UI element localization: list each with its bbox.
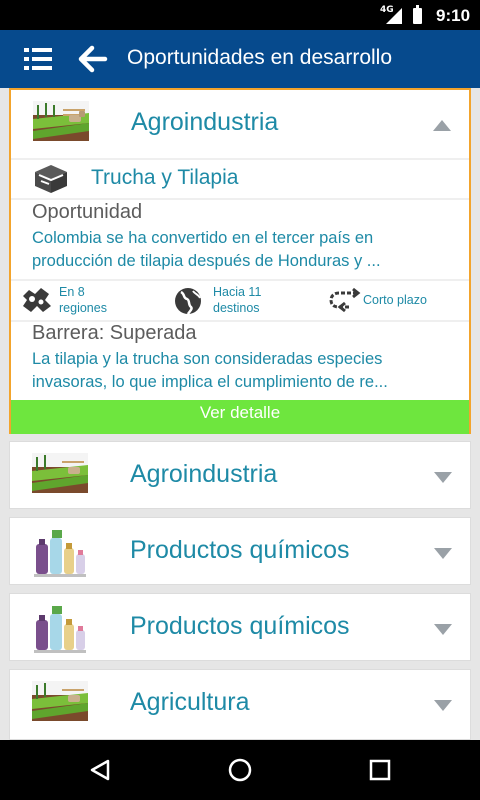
opportunity-text: Colombia se ha convertido en el tercer p… xyxy=(32,227,447,273)
opportunity-line: Colombia se ha convertido en el tercer p… xyxy=(32,229,374,247)
card-header[interactable]: Agricultura xyxy=(10,670,470,738)
divider xyxy=(11,198,469,200)
farm-icon xyxy=(32,453,88,493)
chevron-up-icon[interactable] xyxy=(433,120,451,131)
destinations-line2: destinos xyxy=(213,301,260,315)
box-icon xyxy=(35,165,67,193)
chemicals-icon xyxy=(34,606,86,653)
regions-line2: regiones xyxy=(59,301,107,315)
menu-icon[interactable] xyxy=(24,48,52,70)
nav-recents-icon[interactable] xyxy=(368,758,392,782)
chevron-down-icon[interactable] xyxy=(434,624,452,635)
stats-row: En 8 regiones Hacia 11 destinos Corto pl… xyxy=(11,280,469,320)
page-title: Oportunidades en desarrollo xyxy=(127,46,393,69)
regions-line1: En 8 xyxy=(59,285,85,299)
card-header[interactable]: Productos químicos xyxy=(10,518,470,586)
barrier-text: La tilapia y la trucha son consideradas … xyxy=(32,348,447,394)
card-category-label: Productos químicos xyxy=(130,536,350,564)
barrier-line: invasoras, lo que implica el cumplimient… xyxy=(32,373,388,391)
opportunity-list[interactable]: Agroindustria Trucha y Tilapia Oportunid… xyxy=(0,88,480,740)
nav-home-icon[interactable] xyxy=(227,758,253,782)
barrier-title: Barrera: Superada xyxy=(32,322,197,344)
destinations-stat: Hacia 11 destinos xyxy=(213,284,261,316)
card-category-label: Agroindustria xyxy=(131,108,279,136)
card-category-label: Agricultura xyxy=(130,688,250,716)
back-arrow-icon[interactable] xyxy=(76,44,108,74)
status-bar: 4G 9:10 xyxy=(0,0,480,30)
destinations-line1: Hacia 11 xyxy=(213,285,262,299)
chevron-down-icon[interactable] xyxy=(434,548,452,559)
farm-icon xyxy=(32,681,88,721)
subcategory-row: Trucha y Tilapia xyxy=(11,158,469,198)
opportunity-card[interactable]: Agricultura xyxy=(9,669,471,740)
barrier-line: La tilapia y la trucha son consideradas … xyxy=(32,350,383,368)
card-header[interactable]: Agroindustria xyxy=(10,442,470,510)
opportunity-card[interactable]: Productos químicos xyxy=(9,593,471,661)
opportunity-title: Oportunidad xyxy=(32,201,143,223)
short-term-arrow-icon xyxy=(329,287,361,313)
regions-stat: En 8 regiones xyxy=(59,284,107,316)
chemicals-icon xyxy=(34,530,86,577)
chevron-down-icon[interactable] xyxy=(434,700,452,711)
card-category-label: Productos químicos xyxy=(130,612,350,640)
card-header[interactable]: Agroindustria xyxy=(11,90,469,158)
card-header[interactable]: Productos químicos xyxy=(10,594,470,662)
opportunity-card[interactable]: Productos químicos xyxy=(9,517,471,585)
globe-icon xyxy=(175,288,201,315)
subcategory-label: Trucha y Tilapia xyxy=(91,166,239,189)
map-regions-icon xyxy=(23,288,51,312)
system-nav-bar xyxy=(0,740,480,800)
view-detail-button[interactable]: Ver detalle xyxy=(11,400,469,434)
farm-icon xyxy=(33,101,89,141)
signal-icon xyxy=(386,8,402,24)
opportunity-card-expanded: Agroindustria Trucha y Tilapia Oportunid… xyxy=(9,88,471,434)
battery-icon xyxy=(413,5,422,24)
card-category-label: Agroindustria xyxy=(130,460,278,488)
opportunity-card[interactable]: Agroindustria xyxy=(9,441,471,509)
opportunity-line: producción de tilapia después de Hondura… xyxy=(32,252,381,270)
status-time: 9:10 xyxy=(436,6,471,25)
app-bar: Oportunidades en desarrollo xyxy=(0,30,480,88)
chevron-down-icon[interactable] xyxy=(434,472,452,483)
term-stat: Corto plazo xyxy=(363,293,427,307)
nav-back-icon[interactable] xyxy=(88,758,112,782)
